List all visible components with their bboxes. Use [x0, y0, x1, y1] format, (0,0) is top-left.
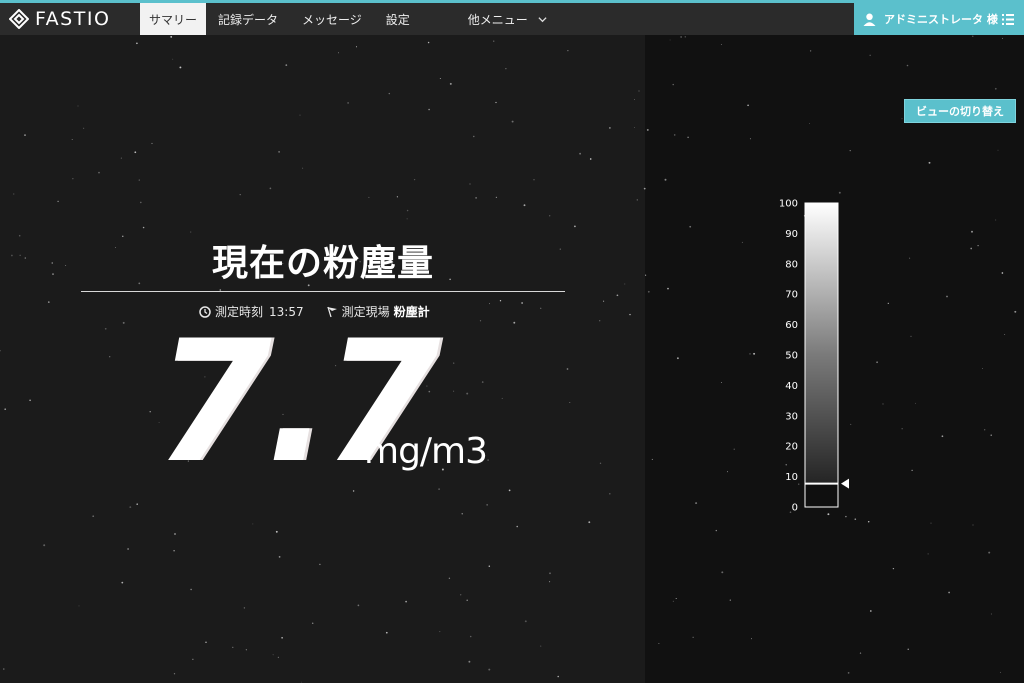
gauge-tick-label: 10	[785, 472, 798, 483]
top-navbar: FASTIO サマリー 記録データ メッセージ 設定 他メニュー アドミニストレ…	[0, 3, 1024, 35]
gauge-tick-label: 50	[785, 351, 798, 362]
gauge-tick-label: 30	[785, 411, 798, 422]
title-divider	[81, 291, 565, 292]
fastio-logo-icon	[9, 9, 29, 29]
dust-level-gauge: 1009080706050403020100	[779, 199, 849, 514]
gauge-tick-label: 60	[785, 320, 798, 331]
view-toggle-button[interactable]: ビューの切り替え	[904, 99, 1016, 123]
user-name: アドミニストレータ 様	[884, 13, 998, 26]
reading-unit: mg/m3	[364, 431, 488, 472]
nav-item-records[interactable]: 記録データ	[206, 3, 290, 35]
gauge-level-fill	[804, 483, 839, 508]
nav-item-settings[interactable]: 設定	[374, 3, 422, 35]
nav-item-messages[interactable]: メッセージ	[290, 3, 374, 35]
gauge-tick-label: 0	[792, 503, 798, 514]
gauge-tick-label: 100	[779, 199, 798, 210]
gauge-tick-label: 20	[785, 442, 798, 453]
other-menu-dropdown[interactable]: 他メニュー	[468, 3, 547, 35]
list-menu-icon[interactable]	[1002, 14, 1014, 25]
gauge-tick-label: 80	[785, 259, 798, 270]
page-title: 現在の粉塵量	[211, 243, 434, 284]
user-menu-button[interactable]: アドミニストレータ 様	[854, 3, 1024, 35]
gauge-bar	[804, 202, 839, 508]
gauge-tick-label: 40	[785, 381, 798, 392]
brand[interactable]: FASTIO	[0, 3, 140, 35]
other-menu-label: 他メニュー	[467, 12, 528, 27]
user-icon	[863, 13, 876, 26]
gauge-tick-label: 70	[785, 290, 798, 301]
chevron-down-icon	[538, 16, 547, 22]
gauge-pointer-icon	[841, 478, 849, 489]
app-name: FASTIO	[35, 8, 111, 30]
gauge-tick-label: 90	[785, 229, 798, 240]
nav-item-summary[interactable]: サマリー	[140, 3, 206, 35]
